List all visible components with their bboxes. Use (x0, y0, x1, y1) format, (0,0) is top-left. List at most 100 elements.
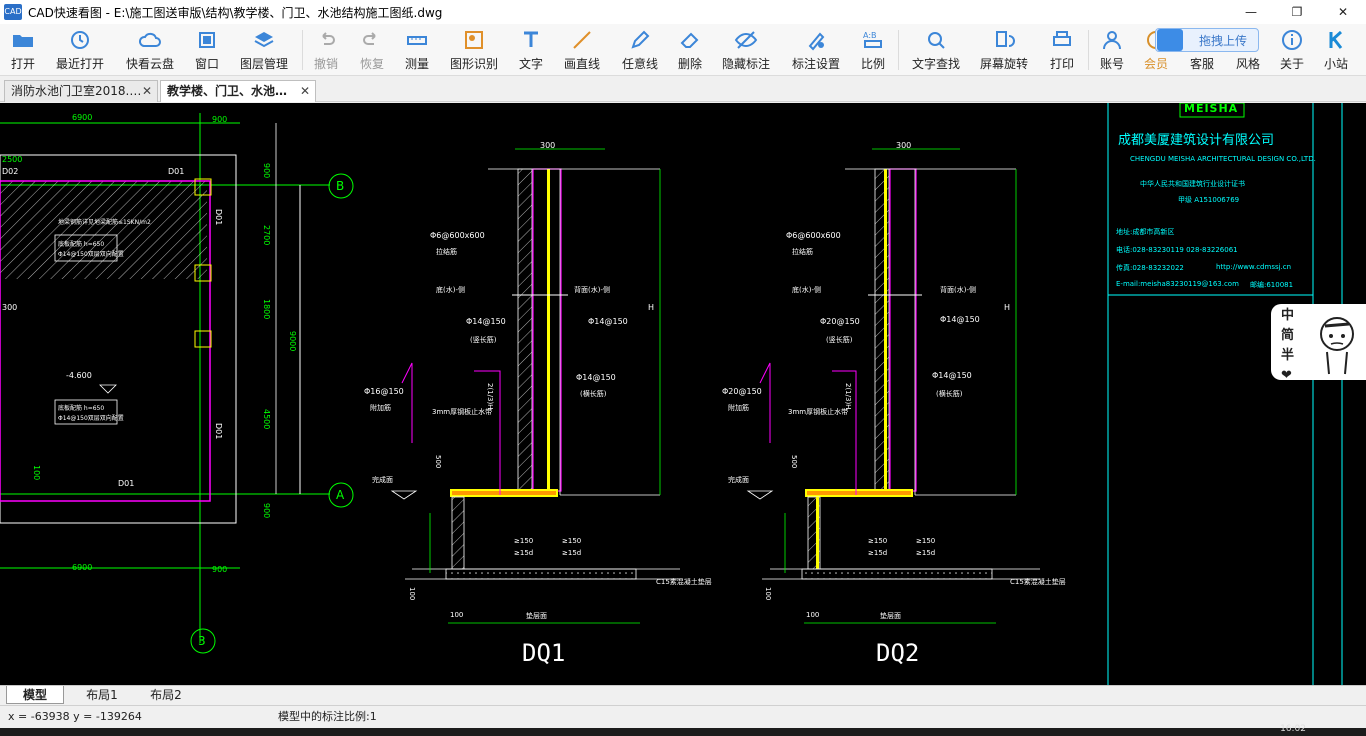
document-tab[interactable]: 消防水池门卫室2018.… ✕ (4, 80, 158, 102)
titleblock-address: 地址:成都市高新区 (1116, 228, 1175, 236)
dq1-label: 300 (540, 141, 556, 150)
titleblock-email: E-mail:meisha83230119@163.com (1116, 280, 1239, 288)
window-controls: — ❐ ✕ (1228, 0, 1366, 24)
cloud-drive-button[interactable]: 快看云盘 (122, 26, 178, 74)
titleblock-tel: 电话:028-83230119 028-83226061 (1116, 246, 1238, 254)
undo-button[interactable]: 撤销 (310, 26, 342, 74)
ime-indicator: 中 简 半 ❤ (1281, 308, 1295, 383)
recent-open-button[interactable]: 最近打开 (52, 26, 108, 74)
redo-button[interactable]: 恢复 (356, 26, 388, 74)
shape-recognize-button[interactable]: 图形识别 (446, 26, 502, 74)
tab-layout1[interactable]: 布局1 (74, 686, 130, 704)
taskbar-clock: 16:02 (1280, 724, 1306, 734)
titleblock-company: 成都美厦建筑设计有限公司 (1118, 133, 1275, 148)
tab-layout2[interactable]: 布局2 (138, 686, 194, 704)
dq2-title: DQ2 (876, 639, 920, 667)
ime-mascot-icon (1320, 317, 1354, 375)
drag-upload-button[interactable]: 拖拽上传 (1155, 28, 1259, 52)
delete-button[interactable]: 删除 (674, 26, 706, 74)
dim-text: 2700 (262, 225, 271, 246)
maximize-button[interactable]: ❐ (1274, 0, 1320, 24)
taskbar: 16:02 (0, 724, 1366, 736)
title-block (1107, 103, 1343, 685)
print-button[interactable]: 打印 (1046, 26, 1078, 74)
dq1-label: 500 (434, 455, 442, 469)
drawing-canvas[interactable]: 6900 900 2500 D02 D01 D01 2700 1800 4500… (0, 103, 1366, 685)
title-bar: CAD CAD快速看图 - E:\施工图送审版\结构\教学楼、门卫、水池结构施工… (0, 0, 1366, 24)
screen-rotate-button[interactable]: 屏幕旋转 (976, 26, 1032, 74)
dq1-label: 附加筋 (370, 404, 391, 412)
window-button[interactable]: 窗口 (190, 26, 224, 74)
cloud-icon (138, 32, 161, 47)
account-button[interactable]: 账号 (1096, 26, 1128, 74)
undo-icon (322, 32, 335, 45)
redo-icon (363, 32, 376, 45)
dq1-label: (竖长筋) (470, 336, 497, 344)
dim-text: 1800 (262, 299, 271, 320)
dq2-label: (竖长筋) (826, 336, 853, 344)
freehand-line-button[interactable]: 任意线 (618, 26, 662, 74)
recent-icon (71, 31, 89, 49)
cursor-coordinates: x = -63938 y = -139264 (8, 710, 142, 723)
dq2-label: 2(1/3)H (844, 383, 852, 410)
dq1-label: ≥150 (562, 537, 582, 545)
about-button[interactable]: 关于 (1276, 26, 1308, 74)
text-search-icon (928, 32, 945, 49)
dim-text: 900 (212, 565, 228, 574)
dq1-label: 2(1/3)H (486, 383, 494, 410)
dq1-label: (横长筋) (580, 390, 607, 398)
dim-text: D02 (2, 167, 19, 176)
user-icon (1103, 31, 1121, 50)
dq2-label: Φ6@600x600 (786, 231, 841, 240)
measure-button[interactable]: 测量 (400, 26, 434, 74)
ruler-icon (407, 36, 427, 45)
dq2-label: 附加筋 (728, 404, 749, 412)
minimize-button[interactable]: — (1228, 0, 1274, 24)
station-button[interactable]: 小站 (1320, 26, 1352, 74)
ime-status-widget[interactable]: 中 简 半 ❤ (1271, 304, 1366, 383)
layers-icon (254, 32, 274, 48)
dq2-label: 3mm厚钢板止水带 (788, 408, 849, 416)
tab-model[interactable]: 模型 (6, 686, 64, 704)
tab-close-icon[interactable]: ✕ (300, 81, 310, 101)
dim-text: D01 (214, 209, 223, 226)
dim-text: 100 (32, 465, 41, 481)
open-button[interactable]: 打开 (4, 26, 42, 74)
dq1-title: DQ1 (522, 639, 566, 667)
dim-text: 900 (212, 115, 228, 124)
dim-text: 900 (262, 503, 271, 519)
plan-note: Φ14@150双层双向配置 (58, 415, 124, 422)
layer-manager-button[interactable]: 图层管理 (236, 26, 292, 74)
dq1-label: 底(水)-侧 (436, 286, 465, 294)
close-button[interactable]: ✕ (1320, 0, 1366, 24)
toolbar-separator (302, 30, 303, 70)
annotation-settings-button[interactable]: 标注设置 (788, 26, 844, 74)
hide-annotation-button[interactable]: 隐藏标注 (718, 26, 774, 74)
dim-text: 6900 (72, 113, 93, 122)
text-button[interactable]: 文字 (514, 26, 548, 74)
axis-label: 3 (198, 634, 206, 648)
level-text: -4.600 (66, 371, 92, 380)
titleblock-cert-no: 甲级 A151006769 (1178, 196, 1240, 204)
tab-close-icon[interactable]: ✕ (142, 81, 152, 101)
dq1-label: ≥15d (514, 549, 534, 557)
window-icon (199, 32, 215, 48)
annotate-settings-icon (808, 32, 825, 51)
dq1-label: ≥15d (562, 549, 582, 557)
dq1-label: 3mm厚钢板止水带 (432, 408, 493, 416)
dq1-label: Φ14@150 (466, 317, 506, 326)
app-logo-icon: CAD (4, 4, 22, 20)
dq1-section (390, 148, 680, 624)
text-search-button[interactable]: 文字查找 (908, 26, 964, 74)
dq2-label: ≥15d (868, 549, 888, 557)
titleblock-zip: 邮编:610081 (1250, 281, 1294, 289)
annotation-scale: 模型中的标注比例:1 (278, 710, 377, 723)
titleblock-web: http://www.cdmssj.cn (1216, 263, 1292, 271)
drag-upload-label: 拖拽上传 (1199, 33, 1248, 48)
window-title: CAD快速看图 - E:\施工图送审版\结构\教学楼、门卫、水池结构施工图纸.d… (28, 5, 443, 20)
draw-line-button[interactable]: 画直线 (560, 26, 604, 74)
document-tab-active[interactable]: 教学楼、门卫、水池… ✕ (160, 80, 316, 102)
dim-text: 300 (2, 303, 18, 312)
scale-button[interactable]: A:B 比例 (856, 26, 890, 74)
dim-text: 900 (262, 163, 271, 179)
